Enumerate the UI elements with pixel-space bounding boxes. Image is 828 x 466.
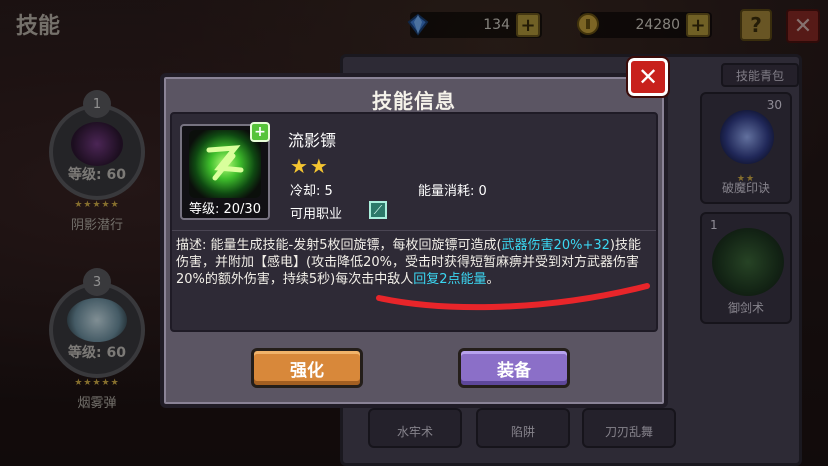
red-underline-annotation [376, 283, 650, 311]
skill-level: 等级: 20/30 [189, 202, 261, 217]
skill-energy-cost: 能量消耗: 0 [418, 184, 487, 199]
skill-stars: ★★ [290, 154, 330, 178]
skill-cooldown: 冷却: 5 [290, 184, 333, 199]
dialog-title: 技能信息 [372, 89, 456, 113]
upgrade-button[interactable]: 强化 [251, 348, 363, 388]
usable-class-label: 可用职业 [290, 207, 343, 222]
desc-part-1: 描述: 能量生成技能-发射5枚回旋镖，每枚回旋镖可造成( [176, 238, 502, 253]
desc-highlight-damage: 武器伤害20%+32 [501, 238, 610, 253]
close-dialog-button[interactable]: ✕ [626, 56, 670, 98]
divider [172, 230, 656, 231]
class-dagger-icon: ⟋ [369, 201, 387, 219]
equip-button[interactable]: 装备 [458, 348, 570, 388]
skill-name: 流影镖 [288, 131, 337, 150]
upgrade-available-icon: + [250, 122, 270, 142]
